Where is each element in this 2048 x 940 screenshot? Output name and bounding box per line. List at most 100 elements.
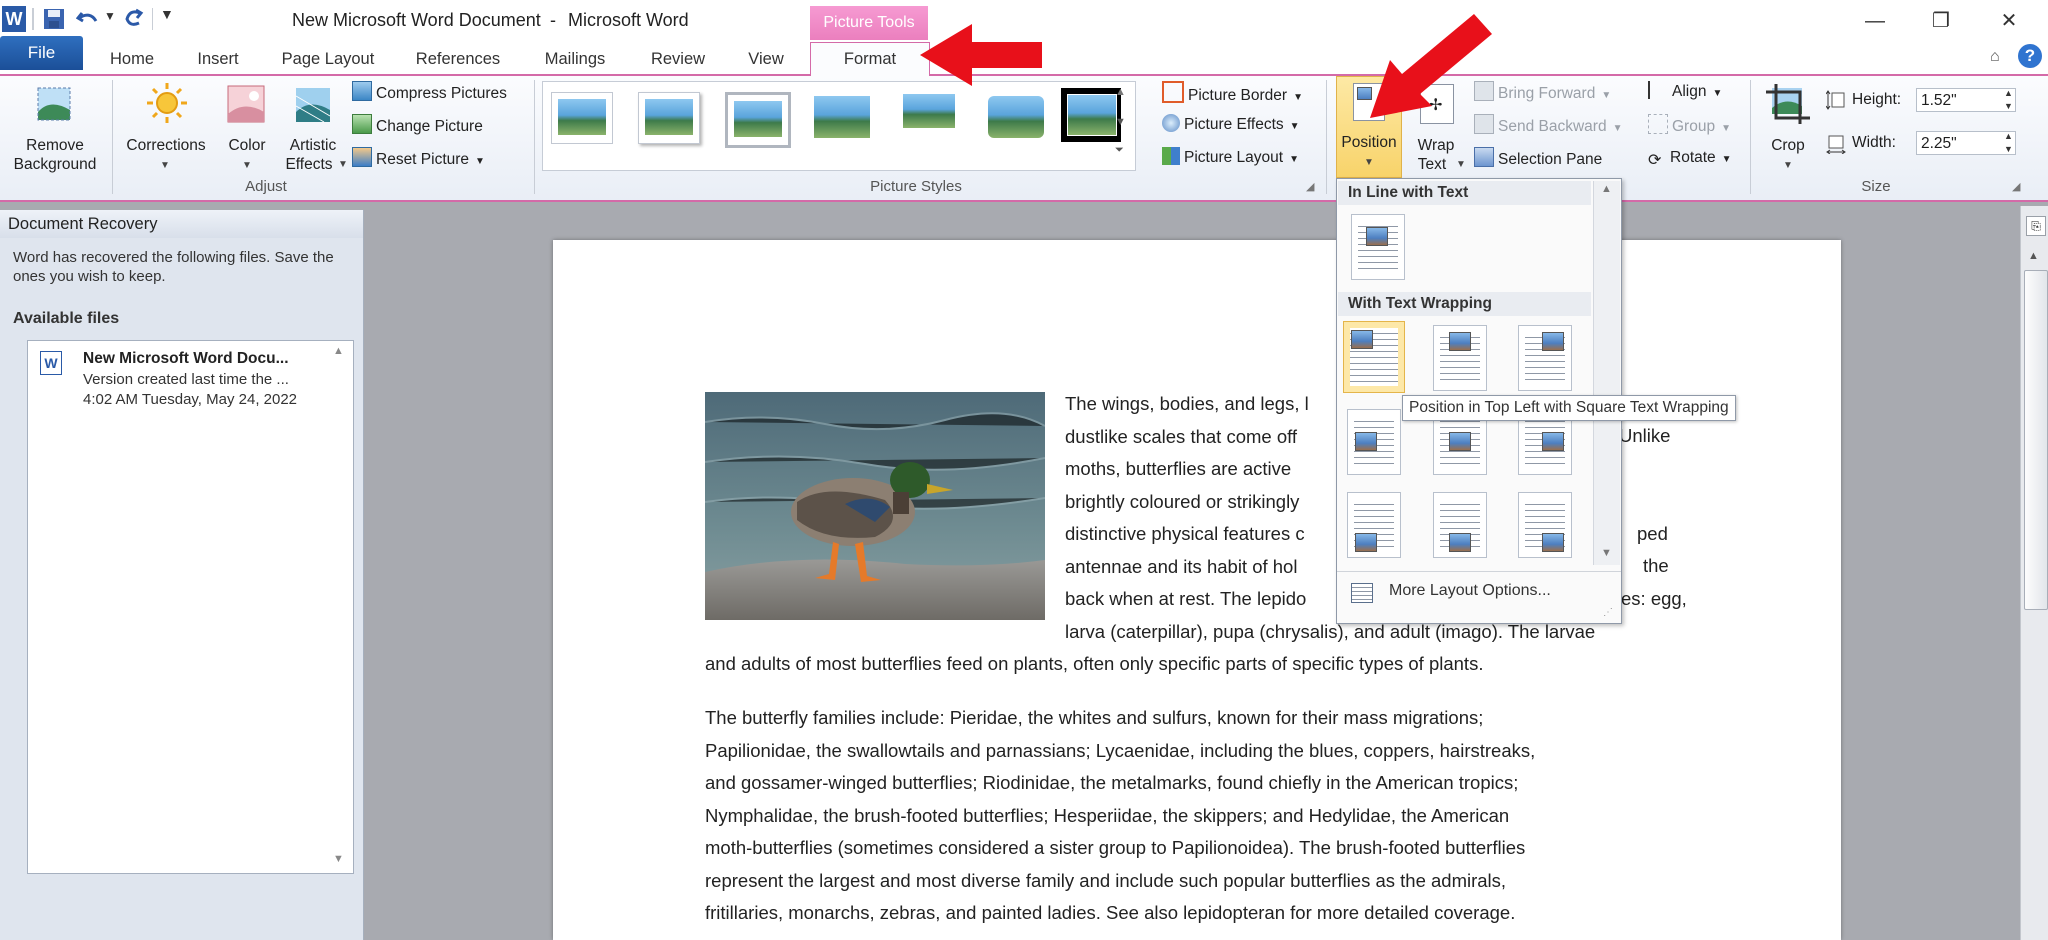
gallery-scroll-down-icon[interactable]: ▼ [1115, 116, 1126, 128]
tab-view[interactable]: View [740, 44, 792, 74]
with-text-wrapping-header: With Text Wrapping [1338, 292, 1591, 316]
picture-effects-button[interactable]: Picture Effects ▼ [1162, 114, 1300, 136]
ruler-toggle-icon[interactable]: ⎘ [2026, 216, 2046, 236]
picture-layout-label: Picture Layout [1184, 149, 1284, 166]
position-top-right-option[interactable] [1518, 325, 1572, 391]
position-top-left-option[interactable] [1343, 321, 1405, 393]
layout-options-icon [1351, 583, 1373, 603]
group-button[interactable]: Group ▼ [1648, 114, 1731, 136]
tab-references[interactable]: References [408, 44, 508, 74]
resize-grip-icon[interactable]: ⋰ [1603, 607, 1613, 618]
crop-dropdown-icon: ▼ [1783, 160, 1793, 171]
send-backward-label: Send Backward [1498, 118, 1607, 135]
minimize-button[interactable]: — [1852, 4, 1898, 38]
picture-layout-dropdown-icon: ▼ [1289, 154, 1299, 165]
compress-pictures-button[interactable]: Compress Pictures [352, 81, 507, 103]
height-label: Height: [1852, 91, 1902, 108]
position-bottom-left-option[interactable] [1347, 492, 1401, 558]
undo-dropdown-icon[interactable]: ▼ [104, 9, 116, 23]
gallery-scroll-up-icon[interactable]: ▲ [1115, 86, 1126, 98]
rotate-label: Rotate [1670, 149, 1716, 166]
picture-tools-context-label: Picture Tools [810, 6, 928, 40]
size-dialog-launcher-icon[interactable]: ◢ [2012, 180, 2020, 193]
adjust-group-label: Adjust [245, 178, 287, 195]
position-middle-left-option[interactable] [1347, 409, 1401, 475]
minimize-ribbon-icon[interactable]: ⌂ [1990, 48, 2000, 66]
picture-border-button[interactable]: Picture Border ▼ [1162, 81, 1303, 104]
scrollbar-thumb[interactable] [2024, 270, 2048, 610]
doc-line[interactable]: and adults of most butterflies feed on p… [705, 648, 1705, 681]
position-bottom-center-option[interactable] [1433, 492, 1487, 558]
picture-style-drop-shadow[interactable] [812, 92, 872, 142]
change-picture-button[interactable]: Change Picture [352, 114, 483, 136]
redo-icon[interactable] [122, 7, 146, 31]
bring-forward-button[interactable]: Bring Forward ▼ [1474, 81, 1611, 103]
rotate-button[interactable]: ⟳ Rotate ▼ [1648, 147, 1732, 169]
doc-line-right-fragment: the [1643, 555, 1669, 576]
position-label: Position [1341, 134, 1397, 151]
restore-button[interactable]: ❐ [1918, 4, 1964, 38]
vertical-scrollbar[interactable]: ⎘ ▲ [2020, 206, 2048, 940]
width-spinner-icon[interactable]: ▲ ▼ [2004, 130, 2013, 156]
word-app-icon[interactable]: W [2, 6, 26, 32]
remove-background-button[interactable]: Remove Background [2, 80, 108, 173]
crop-button[interactable]: Crop ▼ [1756, 80, 1820, 180]
dropdown-scrollbar[interactable]: ▲ ▼ [1593, 181, 1620, 565]
tab-mailings[interactable]: Mailings [534, 44, 616, 74]
position-bottom-right-option[interactable] [1518, 492, 1572, 558]
customize-qat-icon[interactable]: ▼ [160, 6, 174, 22]
inline-with-text-header: In Line with Text [1338, 181, 1591, 205]
height-input[interactable]: 1.52" [1916, 88, 2016, 112]
tab-home[interactable]: Home [100, 44, 164, 74]
tab-page-layout[interactable]: Page Layout [276, 44, 380, 74]
tab-review[interactable]: Review [642, 44, 714, 74]
send-backward-button[interactable]: Send Backward ▼ [1474, 114, 1622, 136]
more-layout-options-item[interactable]: More Layout Options... [1347, 577, 1617, 607]
scroll-up-icon[interactable]: ▲ [2028, 250, 2039, 262]
list-scroll-up-icon[interactable]: ▲ [333, 345, 344, 357]
doc-line-right-fragment: ped [1637, 523, 1668, 544]
list-scroll-down-icon[interactable]: ▼ [333, 853, 344, 865]
recovered-file-version: Version created last time the ... [83, 371, 289, 388]
position-inline-option[interactable] [1351, 214, 1405, 280]
recovered-file-item[interactable]: W New Microsoft Word Docu... Version cre… [28, 341, 328, 413]
picture-style-black-frame[interactable] [1061, 88, 1121, 142]
corrections-button[interactable]: Corrections ▼ [118, 80, 214, 180]
group-divider [534, 80, 535, 194]
position-top-center-option[interactable] [1433, 325, 1487, 391]
gallery-more-icon[interactable]: ⏷ [1115, 144, 1124, 157]
document-page[interactable]: The wings, bodies, and legs, l dustlike … [553, 240, 1841, 940]
group-divider [1750, 80, 1751, 194]
tab-file[interactable]: File [0, 36, 83, 70]
undo-icon[interactable] [75, 7, 100, 31]
close-button[interactable]: ✕ [1986, 4, 2032, 38]
document-recovery-pane: Document Recovery Word has recovered the… [0, 210, 364, 940]
artistic-effects-button[interactable]: Artistic Effects ▼ [278, 80, 348, 180]
picture-layout-button[interactable]: Picture Layout ▼ [1162, 147, 1299, 169]
dropdown-scroll-down-icon[interactable]: ▼ [1601, 547, 1612, 559]
align-button[interactable]: Align ▼ [1648, 81, 1722, 103]
tab-format[interactable]: Format [810, 42, 930, 77]
duck-picture[interactable] [705, 392, 1045, 620]
picture-style-reflected[interactable] [899, 92, 959, 142]
picture-layout-icon [1162, 147, 1180, 165]
butterfly-families-paragraph[interactable]: The butterfly families include: Pieridae… [705, 702, 1705, 930]
tab-insert[interactable]: Insert [186, 44, 250, 74]
picture-style-soft-rounded[interactable] [986, 92, 1046, 142]
remove-background-label-1: Remove [26, 137, 84, 154]
selection-pane-button[interactable]: Selection Pane [1474, 147, 1602, 169]
height-spinner-icon[interactable]: ▲ ▼ [2004, 87, 2013, 113]
change-picture-icon [352, 114, 372, 134]
color-button[interactable]: Color ▼ [218, 80, 276, 180]
picture-styles-dialog-launcher-icon[interactable]: ◢ [1306, 180, 1314, 193]
picture-style-metal-frame[interactable] [725, 92, 791, 148]
width-input[interactable]: 2.25" [1916, 131, 2016, 155]
reset-picture-button[interactable]: Reset Picture ▼ [352, 147, 485, 169]
group-label: Group [1672, 118, 1716, 135]
help-icon[interactable]: ? [2018, 44, 2042, 68]
picture-style-soft-edge[interactable] [638, 92, 700, 144]
picture-effects-icon [1162, 114, 1180, 132]
save-icon[interactable] [42, 7, 66, 31]
picture-style-simple-frame[interactable] [551, 92, 613, 144]
dropdown-scroll-up-icon[interactable]: ▲ [1601, 183, 1612, 195]
